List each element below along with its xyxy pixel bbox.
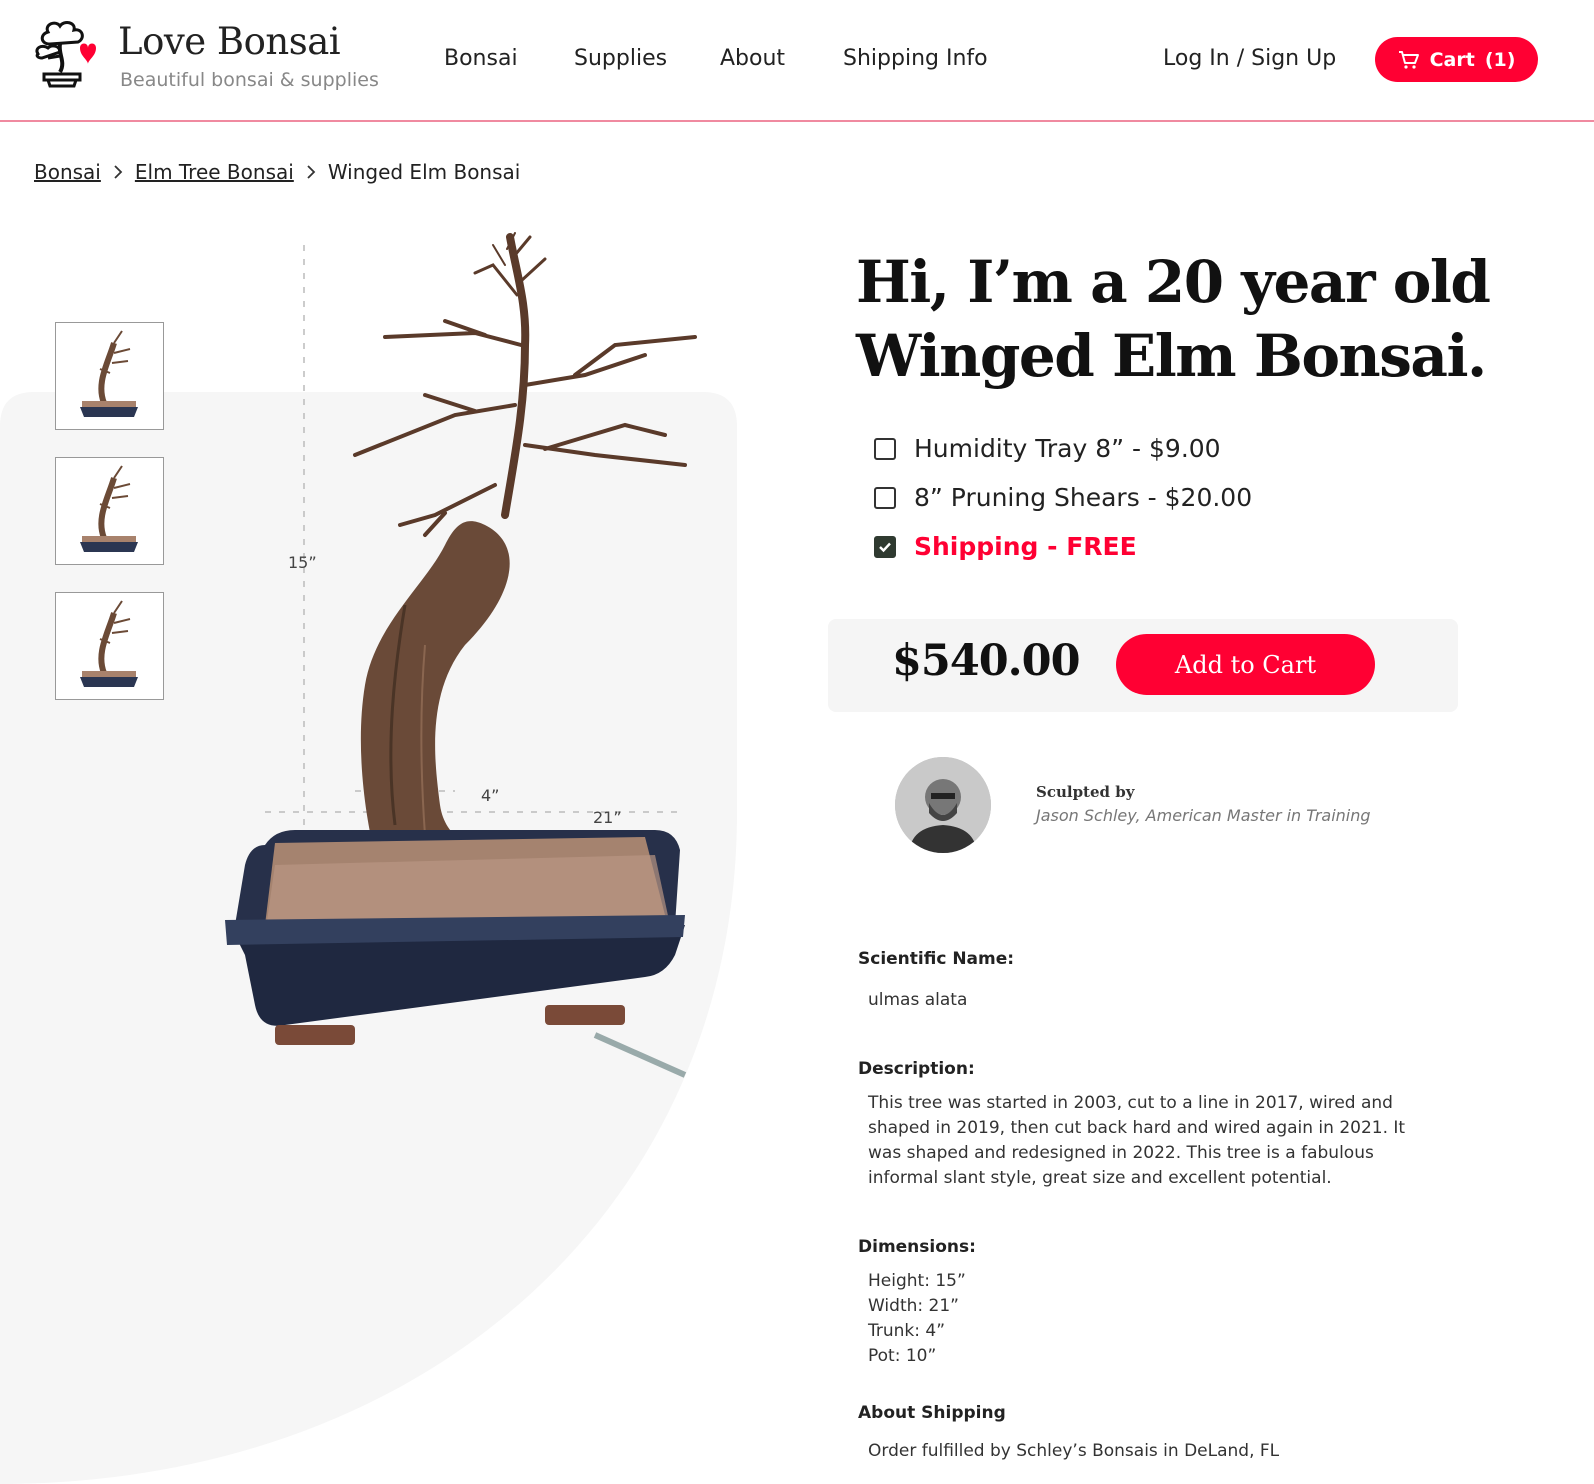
thumbnail-2[interactable] [55,457,164,565]
chevron-right-icon [307,165,316,179]
product-title-line2: Winged Elm Bonsai. [856,322,1487,390]
brand-name[interactable]: Love Bonsai [118,20,341,63]
nav-shipping-info[interactable]: Shipping Info [843,46,988,71]
checkmark-icon [879,542,891,552]
dimension-width: Width: 21” [868,1296,959,1316]
sculptor-avatar [895,757,991,853]
width-dimension-label: 21” [593,808,622,827]
product-title-line1: Hi, I’m a 20 year old [856,248,1491,316]
dimension-trunk: Trunk: 4” [868,1321,946,1341]
nav-bonsai[interactable]: Bonsai [444,46,518,71]
breadcrumb: Bonsai Elm Tree Bonsai Winged Elm Bonsai [34,160,520,184]
option-label: 8” Pruning Shears - $20.00 [914,483,1253,512]
sculptor-name[interactable]: Jason Schley, American Master in Trainin… [1036,806,1371,825]
bonsai-heart-logo-icon[interactable] [30,18,98,90]
dimension-height: Height: 15” [868,1271,966,1291]
option-shipping-free[interactable]: Shipping - FREE [874,532,1137,561]
description-heading: Description: [858,1059,975,1079]
checkbox-checked[interactable] [874,535,896,558]
about-shipping-text: Order fulfilled by Schley’s Bonsais in D… [868,1441,1280,1461]
site-header: Love Bonsai Beautiful bonsai & supplies … [0,0,1594,122]
scientific-name-value: ulmas alata [868,990,968,1010]
dimension-pot: Pot: 10” [868,1346,937,1366]
option-label: Shipping - FREE [914,532,1137,561]
about-shipping-heading: About Shipping [858,1403,1006,1423]
nav-about[interactable]: About [720,46,785,71]
cart-button[interactable]: Cart (1) [1375,37,1538,82]
bonsai-thumbnail-image [80,330,138,417]
option-pruning-shears[interactable]: 8” Pruning Shears - $20.00 [874,483,1252,512]
breadcrumb-current: Winged Elm Bonsai [327,160,521,184]
scientific-name-heading: Scientific Name: [858,949,1015,969]
brand-tagline: Beautiful bonsai & supplies [120,69,379,91]
product-price: $540.00 [892,636,1080,686]
checkbox-unchecked[interactable] [874,437,896,460]
option-label: Humidity Tray 8” - $9.00 [914,434,1221,463]
nav-supplies[interactable]: Supplies [574,46,667,71]
description-text: This tree was started in 2003, cut to a … [868,1093,1406,1188]
product-title: Hi, I’m a 20 year old Winged Elm Bonsai. [856,245,1496,393]
thumbnail-1[interactable] [55,322,164,430]
breadcrumb-bonsai[interactable]: Bonsai [34,160,101,184]
shopping-cart-icon [1398,50,1419,69]
person-avatar-image [895,757,991,853]
checkbox-unchecked[interactable] [874,486,896,509]
cart-count: (1) [1484,48,1516,71]
sculpted-by-label: Sculpted by [1036,783,1135,801]
height-dimension-label: 15” [288,553,317,572]
breadcrumb-elm-tree-bonsai[interactable]: Elm Tree Bonsai [135,160,294,184]
chevron-right-icon [114,165,123,179]
thumbnail-3[interactable] [55,592,164,700]
add-to-cart-button[interactable]: Add to Cart [1116,634,1375,695]
bonsai-thumbnail-image [80,600,138,687]
dimensions-list: Height: 15” Width: 21” Trunk: 4” Pot: 10… [868,1269,966,1369]
dimensions-heading: Dimensions: [858,1237,976,1257]
cart-label: Cart [1429,48,1475,71]
bonsai-main-image [225,232,697,1078]
login-signup-link[interactable]: Log In / Sign Up [1163,46,1336,71]
option-humidity-tray[interactable]: Humidity Tray 8” - $9.00 [874,434,1221,463]
bonsai-thumbnail-image [80,465,138,552]
trunk-dimension-label: 4” [481,786,500,805]
